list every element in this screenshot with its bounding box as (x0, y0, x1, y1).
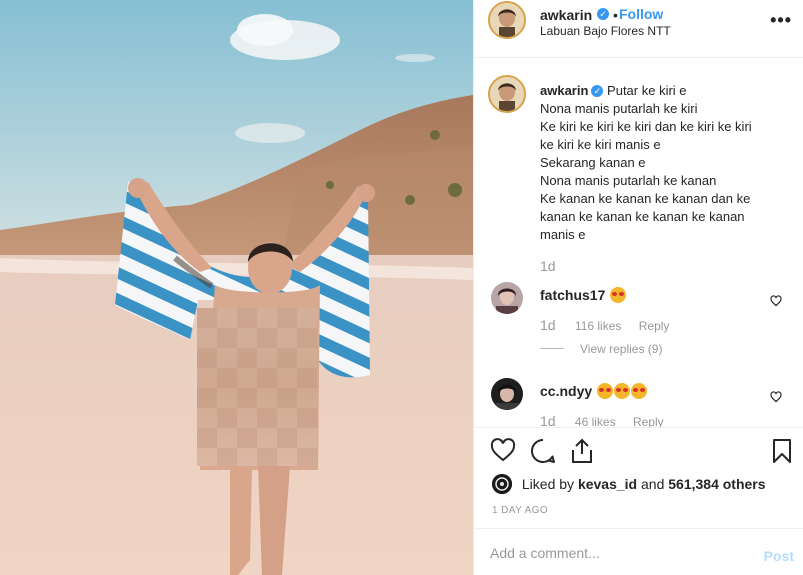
heart-icon[interactable] (490, 438, 516, 467)
follow-button[interactable]: Follow (619, 6, 663, 22)
caption-line: Nona manis putarlah ke kiri (540, 101, 698, 116)
heart-eyes-emoji-icon (613, 383, 630, 399)
liker-avatar[interactable] (492, 474, 512, 494)
caption-line: Nona manis putarlah ke kanan (540, 173, 717, 188)
reply-button[interactable]: Reply (633, 415, 664, 427)
post-timestamp[interactable]: 1 DAY AGO (492, 505, 548, 516)
caption-line: Putar ke kiri e (607, 83, 687, 98)
reply-button[interactable]: Reply (639, 319, 670, 333)
comment-likes[interactable]: 116 likes (575, 319, 621, 333)
heart-eyes-emoji-icon (596, 383, 613, 399)
view-replies-button[interactable]: View replies (9) (540, 342, 662, 356)
comment-icon[interactable] (530, 438, 556, 469)
caption-line: Sekarang kanan e (540, 155, 646, 170)
post-header: awkarin ✓ • Follow Labuan Bajo Flores NT… (474, 0, 803, 58)
more-options-icon[interactable]: ••• (770, 10, 792, 31)
likes-others-count[interactable]: 561,384 others (668, 476, 765, 492)
heart-eyes-emoji-icon (630, 383, 647, 399)
comment-timestamp[interactable]: 1d (540, 413, 556, 427)
commenter-avatar[interactable] (491, 282, 523, 314)
verified-badge-icon: ✓ (591, 85, 604, 97)
caption-timestamp[interactable]: 1d (540, 258, 556, 274)
comment-meta: 1d 46 likes Reply (540, 413, 664, 427)
author-username[interactable]: awkarin (540, 7, 592, 23)
view-replies-label: View replies (9) (580, 342, 663, 356)
comment-likes[interactable]: 46 likes (575, 415, 616, 427)
heart-eyes-emoji-icon (609, 287, 626, 303)
bookmark-icon[interactable] (772, 438, 792, 469)
liked-by-label: Liked by (521, 476, 575, 492)
caption-avatar[interactable] (488, 75, 526, 113)
commenter-username[interactable]: fatchus17 (540, 287, 605, 303)
commenter-username[interactable]: cc.ndyy (540, 383, 592, 399)
caption-username[interactable]: awkarin (540, 83, 588, 98)
comment-like-heart-icon[interactable] (770, 390, 782, 408)
comment-timestamp[interactable]: 1d (540, 317, 556, 333)
caption-text: awkarin ✓ Putar ke kiri e Nona manis puta… (540, 82, 800, 244)
share-icon[interactable] (570, 438, 594, 469)
commenter-avatar[interactable] (491, 378, 523, 410)
separator-dot: • (613, 7, 618, 23)
comment-body: cc.ndyy (540, 383, 647, 399)
caption-line: manis e (540, 227, 586, 242)
post-comment-button[interactable]: Post (764, 548, 794, 564)
comments-list[interactable]: awkarin ✓ Putar ke kiri e Nona manis puta… (474, 58, 803, 427)
caption-line: Ke kiri ke kiri ke kiri dan ke kiri ke k… (540, 119, 752, 134)
comment-like-heart-icon[interactable] (770, 294, 782, 312)
caption-line: kanan ke kanan ke kanan ke kanan (540, 209, 745, 224)
verified-badge-icon: ✓ (597, 8, 609, 20)
likes-and-label: and (641, 476, 665, 492)
comment-meta: 1d 116 likes Reply (540, 317, 669, 333)
post-panel: awkarin ✓ • Follow Labuan Bajo Flores NT… (473, 0, 803, 575)
replies-divider (540, 348, 564, 349)
caption-line: ke kiri ke kiri manis e (540, 137, 661, 152)
likes-summary: Liked by kevas_id and 561,384 others (492, 474, 766, 494)
liker-username[interactable]: kevas_id (578, 476, 637, 492)
author-avatar[interactable] (488, 1, 526, 39)
add-comment-bar: Post (474, 528, 803, 575)
action-bar (474, 427, 803, 471)
post-photo[interactable] (0, 0, 473, 575)
add-comment-input[interactable] (490, 542, 740, 564)
caption-line: Ke kanan ke kanan ke kanan dan ke (540, 191, 751, 206)
comment-body: fatchus17 (540, 287, 626, 303)
location-link[interactable]: Labuan Bajo Flores NTT (540, 24, 671, 38)
